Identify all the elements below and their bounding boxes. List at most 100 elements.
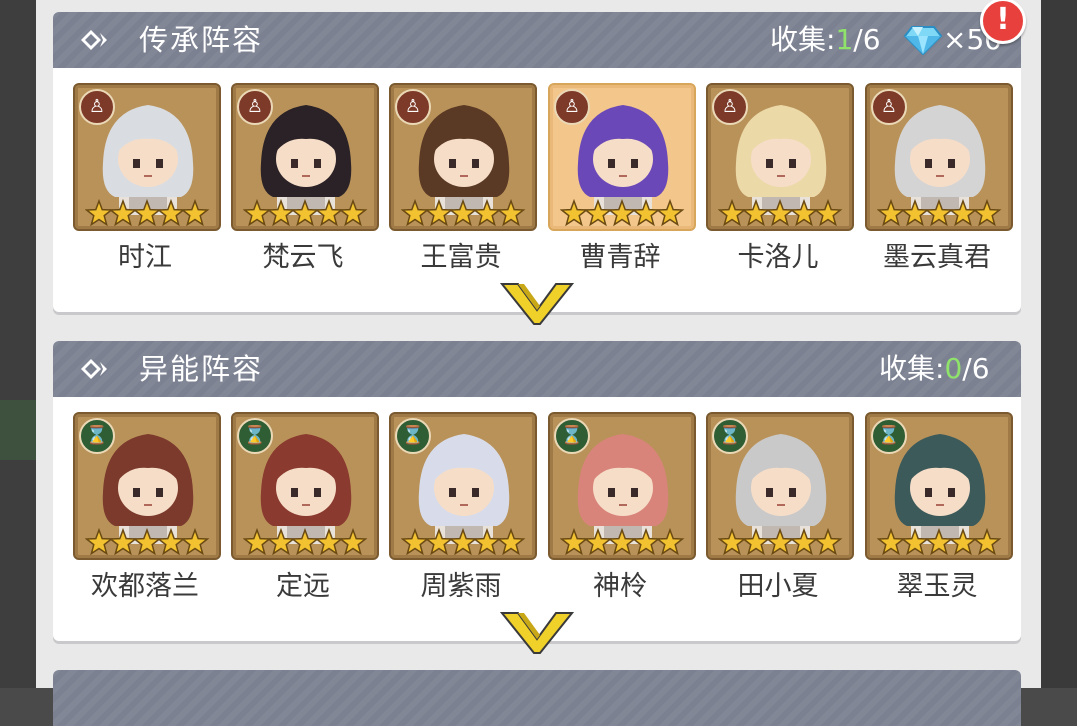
character-card[interactable]: ♙ 卡洛儿	[706, 83, 854, 275]
alert-icon[interactable]: !	[980, 0, 1026, 44]
star-icon	[132, 528, 162, 556]
star-icon	[290, 199, 320, 227]
star-icon	[108, 528, 138, 556]
character-name: 欢都落兰	[91, 571, 199, 602]
star-icon	[765, 199, 795, 227]
character-row: ♙ 时江 ♙ 梵云飞 ♙ 王富贵 ♙ 曹青辞 ♙ 卡洛儿 ♙ 墨云真君	[73, 83, 1013, 283]
background-right	[1041, 0, 1077, 688]
star-icon	[718, 528, 747, 556]
star-icon	[424, 199, 454, 227]
star-icon	[877, 528, 906, 556]
star-rating	[401, 528, 526, 556]
star-icon	[560, 199, 589, 227]
chevron-down-icon[interactable]	[500, 609, 574, 655]
star-icon	[877, 199, 906, 227]
star-icon	[401, 528, 430, 556]
star-icon	[496, 528, 526, 556]
star-icon	[972, 528, 1002, 556]
star-icon	[108, 199, 138, 227]
section-header: 传承阵容 收集:1/6 ×50	[53, 12, 1021, 68]
star-icon	[655, 199, 685, 227]
background-left	[0, 0, 36, 688]
section-ability-lineup: 异能阵容 收集:0/6 ⌛ 欢都落兰 ⌛ 定远 ⌛ 周紫雨 ⌛ 神柃 ⌛ 田小夏…	[53, 341, 1021, 654]
star-icon	[813, 528, 843, 556]
star-icon	[290, 528, 320, 556]
star-icon	[789, 528, 819, 556]
character-card[interactable]: ♙ 王富贵	[389, 83, 537, 275]
star-icon	[448, 528, 478, 556]
section-inheritance-lineup: 传承阵容 收集:1/6 ×50 ! ♙ 时江 ♙ 梵云飞 ♙ 王富贵 ♙ 曹青辞…	[53, 0, 1026, 325]
star-icon	[180, 528, 210, 556]
star-icon	[338, 528, 368, 556]
section-header: 异能阵容 收集:0/6	[53, 341, 1021, 397]
star-icon	[180, 199, 210, 227]
star-icon	[401, 199, 430, 227]
star-icon	[607, 528, 637, 556]
character-name: 周紫雨	[420, 571, 502, 602]
character-name: 卡洛儿	[737, 242, 819, 273]
lineup-panel: 传承阵容 收集:1/6 ×50 ! ♙ 时江 ♙ 梵云飞 ♙ 王富贵 ♙ 曹青辞…	[36, 0, 1041, 726]
character-name: 王富贵	[420, 242, 502, 273]
character-card[interactable]: ⌛ 周紫雨	[389, 412, 537, 604]
star-icon	[900, 528, 930, 556]
character-card[interactable]: ♙ 墨云真君	[865, 83, 1013, 275]
character-card[interactable]: ♙ 梵云飞	[231, 83, 379, 275]
star-rating	[877, 528, 1002, 556]
character-name: 墨云真君	[883, 242, 991, 273]
character-card[interactable]: ⌛ 翠玉灵	[865, 412, 1013, 604]
collection-count: 收集:0/6	[879, 352, 990, 385]
chevron-down-icon[interactable]	[500, 280, 574, 326]
star-icon	[924, 528, 954, 556]
character-name: 定远	[276, 571, 330, 602]
star-icon	[266, 199, 296, 227]
star-icon	[156, 199, 186, 227]
character-card[interactable]: ♙ 时江	[73, 83, 221, 275]
star-icon	[583, 199, 613, 227]
star-rating	[718, 528, 843, 556]
star-icon	[156, 528, 186, 556]
star-icon	[314, 528, 344, 556]
character-card[interactable]: ⌛ 欢都落兰	[73, 412, 221, 604]
star-icon	[472, 528, 502, 556]
star-icon	[765, 528, 795, 556]
star-rating	[401, 199, 526, 227]
star-icon	[631, 199, 661, 227]
star-icon	[813, 199, 843, 227]
section-next-lineup	[53, 670, 1021, 726]
section-title: 传承阵容	[139, 23, 264, 57]
star-icon	[132, 199, 162, 227]
star-icon	[85, 199, 114, 227]
star-icon	[583, 528, 613, 556]
star-icon	[472, 199, 502, 227]
star-rating	[85, 528, 210, 556]
character-name: 梵云飞	[262, 242, 344, 273]
star-icon	[972, 199, 1002, 227]
star-icon	[496, 199, 526, 227]
star-icon	[741, 528, 771, 556]
star-icon	[900, 199, 930, 227]
character-card[interactable]: ⌛ 田小夏	[706, 412, 854, 604]
character-card-selected[interactable]: ♙ 曹青辞	[548, 83, 696, 275]
star-icon	[948, 199, 978, 227]
star-icon	[718, 199, 747, 227]
star-icon	[266, 528, 296, 556]
section-title: 异能阵容	[139, 352, 264, 386]
star-icon	[948, 528, 978, 556]
character-card[interactable]: ⌛ 定远	[231, 412, 379, 604]
star-icon	[243, 528, 272, 556]
star-rating	[718, 199, 843, 227]
star-icon	[924, 199, 954, 227]
star-icon	[789, 199, 819, 227]
star-icon	[607, 199, 637, 227]
character-name: 神柃	[593, 571, 647, 602]
star-icon	[85, 528, 114, 556]
star-rating	[243, 528, 368, 556]
star-rating	[560, 199, 685, 227]
star-icon	[560, 528, 589, 556]
character-name: 翠玉灵	[896, 571, 978, 602]
section-header	[53, 670, 1021, 726]
character-card[interactable]: ⌛ 神柃	[548, 412, 696, 604]
star-rating	[243, 199, 368, 227]
character-row: ⌛ 欢都落兰 ⌛ 定远 ⌛ 周紫雨 ⌛ 神柃 ⌛ 田小夏 ⌛ 翠玉灵	[73, 412, 1013, 612]
gem-icon	[904, 26, 942, 55]
